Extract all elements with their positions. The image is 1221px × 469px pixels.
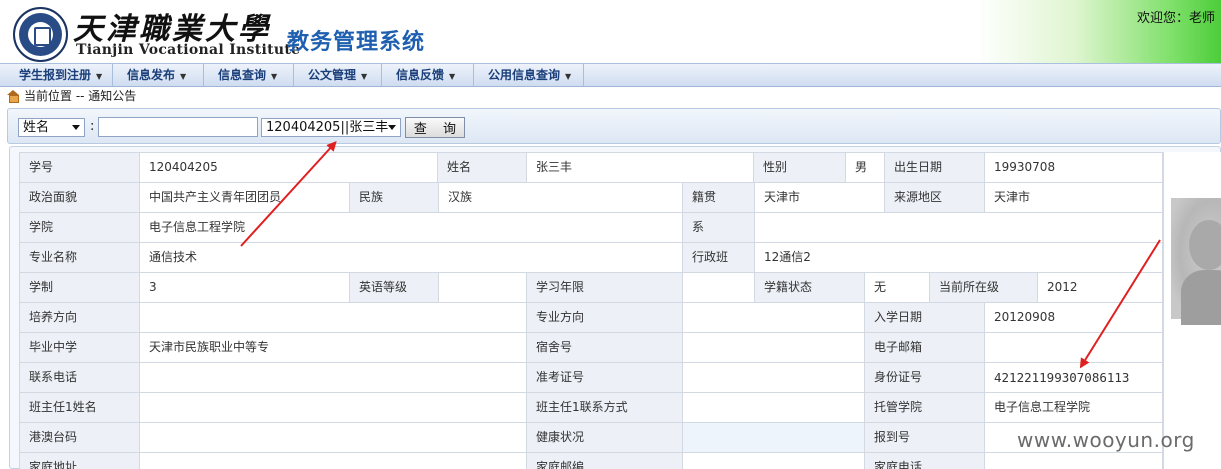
arrow-to-id-number bbox=[1079, 239, 1161, 369]
arrow-to-result-select bbox=[240, 141, 337, 247]
watermark: www.wooyun.org bbox=[1017, 428, 1195, 452]
annotation-arrows bbox=[240, 141, 1161, 369]
